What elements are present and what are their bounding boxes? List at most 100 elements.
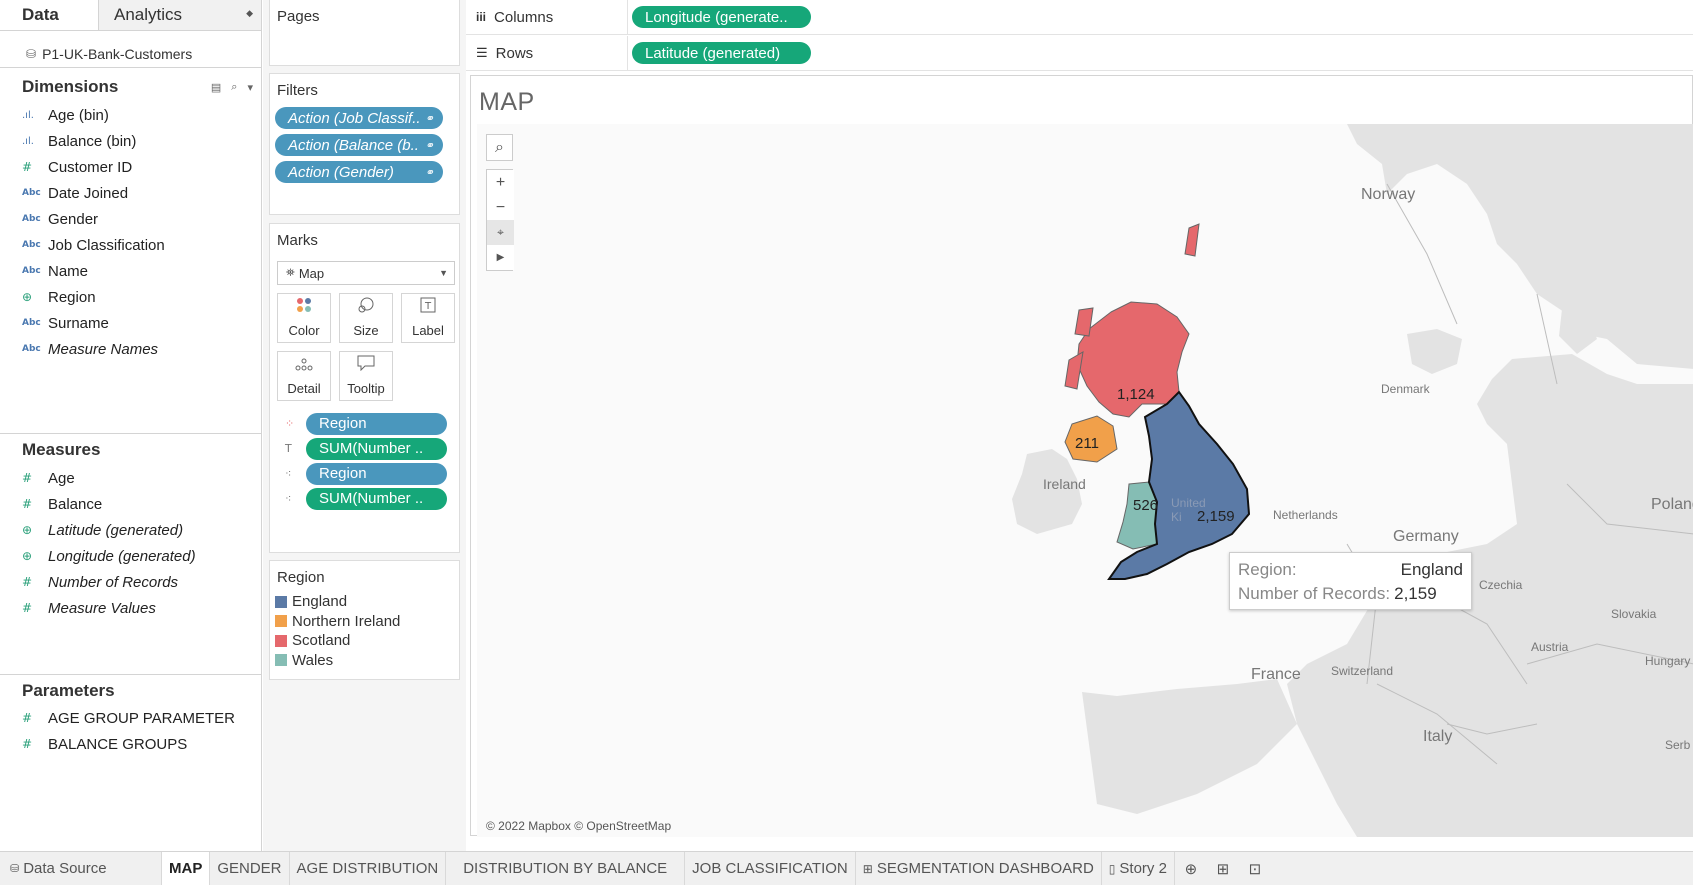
filter-pill[interactable]: Action (Balance (b.. ⚭ [275,134,443,156]
detail-icon[interactable]: ⁖ [285,467,306,480]
marks-type-value: Map [298,265,325,281]
sheet-tab-gender[interactable]: GENDER [210,852,290,885]
label-poland: Poland [1651,496,1693,513]
filter-pill-label: Action (Balance (b.. [288,136,419,154]
legend-label: Wales [292,651,334,669]
dimension-field[interactable]: .ıl. Balance (bin) [0,128,261,154]
link-icon: ⚭ [424,166,434,179]
sheet-tab-map[interactable]: MAP [162,852,211,885]
label-button[interactable]: T Label [401,293,455,343]
mark-field-pill[interactable]: Region [306,462,447,485]
svg-text:T: T [424,301,432,312]
mark-field-row: ⁖ SUM(Number .. [285,486,459,511]
legend-item[interactable]: Northern Ireland [270,612,459,632]
dimension-field[interactable]: Abc Surname [0,310,261,336]
pages-title: Pages [277,8,320,25]
columns-pill[interactable]: Longitude (generate.. [632,6,811,28]
link-icon: ⚭ [424,112,434,125]
measure-field[interactable]: ⊕ Longitude (generated) [0,543,261,569]
dimension-field[interactable]: # Customer ID [0,154,261,180]
parameter-field[interactable]: # AGE GROUP PARAMETER [0,705,261,731]
chevron-down-icon[interactable]: ▾ [247,81,253,94]
filter-pill[interactable]: Action (Gender) ⚭ [275,161,443,183]
chevron-updown-icon: ◆ [246,8,253,18]
string-icon: Abc [22,240,41,250]
filters-card[interactable]: Filters Action (Job Classif.. ⚭ Action (Ba… [269,73,460,215]
zoom-out-button[interactable]: − [487,195,514,220]
rows-shelf-label: ☰ Rows [466,36,628,70]
tooltip-button[interactable]: Tooltip [339,351,393,401]
pane-tabs: Data Analytics ◆ [0,0,261,31]
search-icon[interactable]: ⌕ [231,81,237,94]
measure-field[interactable]: ⊕ Latitude (generated) [0,517,261,543]
dimension-field[interactable]: .ıl. Age (bin) [0,102,261,128]
list-view-icon[interactable]: ▤ [211,81,221,94]
measure-field-label: Number of Records [48,573,179,591]
measure-field[interactable]: # Balance [0,491,261,517]
dimension-field[interactable]: ⊕ Region [0,284,261,310]
label-icon[interactable]: T [285,442,306,455]
string-icon: Abc [22,188,41,198]
sheet-tab-segmentation-dashboard[interactable]: ⊞ SEGMENTATION DASHBOARD [856,852,1102,885]
map-attribution[interactable]: © 2022 Mapbox © OpenStreetMap [486,819,671,833]
dimension-field[interactable]: Abc Name [0,258,261,284]
map-search-button[interactable]: ⌕ [486,134,513,161]
new-worksheet-button[interactable]: ⊕ [1175,860,1207,878]
minus-icon: − [495,198,506,216]
dimension-field[interactable]: Abc Gender [0,206,261,232]
new-dashboard-button[interactable]: ⊞ [1207,860,1239,878]
legend-item[interactable]: Scotland [270,631,459,651]
color-icon[interactable]: ⁘ [285,417,306,430]
tooltip-value-region: England [1400,560,1463,579]
legend-item[interactable]: Wales [270,651,459,671]
search-icon: ⌕ [495,138,504,156]
detail-button[interactable]: Detail [277,351,331,401]
label-norway: Norway [1361,186,1416,203]
sheet-tab-distribution-by-balance[interactable]: DISTRIBUTION BY BALANCE [446,852,686,885]
columns-icon: iii [476,10,487,24]
string-icon: Abc [22,214,41,224]
sheet-tab-job-classification[interactable]: JOB CLASSIFICATION [685,852,856,885]
detail-icon[interactable]: ⁖ [285,492,306,505]
label-switzerland: Switzerland [1331,664,1394,678]
dimension-field[interactable]: Abc Date Joined [0,180,261,206]
label-slovakia: Slovakia [1611,607,1657,621]
color-button[interactable]: Color [277,293,331,343]
filter-pill[interactable]: Action (Job Classif.. ⚭ [275,107,443,129]
legend-swatch [275,634,287,647]
dimension-field[interactable]: Abc Measure Names [0,336,261,362]
mark-field-pill[interactable]: Region [306,412,447,435]
analytics-tab[interactable]: Analytics ◆ [98,0,261,30]
map-canvas[interactable]: ⌕ + − ⌖ ▶ Norway Denmark Ireland United … [477,124,1693,837]
number-icon: # [22,471,33,485]
expand-toolbar-button[interactable]: ▶ [487,245,514,270]
database-icon: ⛁ [10,863,20,875]
measure-field[interactable]: # Measure Values [0,595,261,621]
parameter-field[interactable]: # BALANCE GROUPS [0,731,261,757]
measure-field[interactable]: # Age [0,465,261,491]
datasource-item[interactable]: ⛁ P1-UK-Bank-Customers [0,31,261,68]
sheet-tab-age-distribution[interactable]: AGE DISTRIBUTION [290,852,447,885]
pages-card[interactable]: Pages [269,0,460,66]
new-story-button[interactable]: ⊡ [1239,860,1271,878]
sheet-tab-story-2[interactable]: ▯ Story 2 [1102,852,1175,885]
label-hungary: Hungary [1645,654,1691,668]
zoom-in-button[interactable]: + [487,170,514,195]
legend-item[interactable]: England [270,592,459,612]
data-source-tab[interactable]: ⛁ Data Source [0,852,162,885]
legend-title: Region [277,569,325,586]
rows-pill[interactable]: Latitude (generated) [632,42,811,64]
mark-field-pill[interactable]: SUM(Number .. [306,437,447,460]
measure-field[interactable]: # Number of Records [0,569,261,595]
database-icon: ⛁ [26,46,37,61]
marks-type-select[interactable]: ⛯ Map ▼ [277,261,455,285]
reset-map-button[interactable]: ⌖ [487,220,514,245]
value-label-england: 2,159 [1197,508,1235,525]
marks-card: Marks ⛯ Map ▼ Color Size T Label Detail … [269,223,460,553]
rows-shelf: ☰ Rows Latitude (generated) [466,36,1693,71]
legend-swatch [275,615,287,628]
mark-field-pill[interactable]: SUM(Number .. [306,487,447,510]
dimension-field[interactable]: Abc Job Classification [0,232,261,258]
size-button[interactable]: Size [339,293,393,343]
data-tab[interactable]: Data [0,0,98,30]
